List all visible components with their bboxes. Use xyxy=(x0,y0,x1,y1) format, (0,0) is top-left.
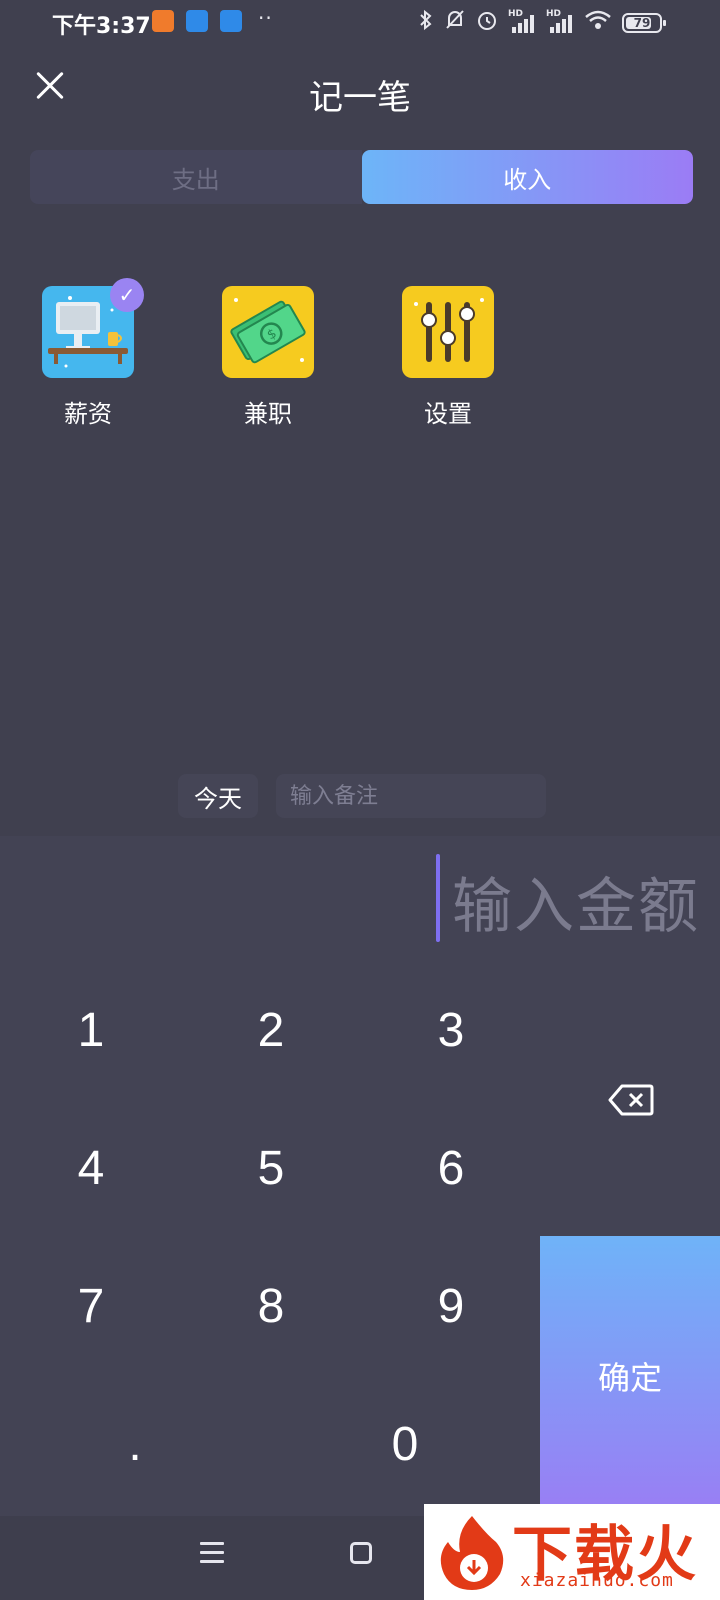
money-bills-icon: $ xyxy=(222,286,314,378)
key-7[interactable]: 7 xyxy=(16,1256,166,1356)
home-icon[interactable] xyxy=(350,1542,372,1564)
category-label: 薪资 xyxy=(64,400,112,428)
category-label: 设置 xyxy=(424,400,472,428)
category-parttime[interactable]: $ 兼职 xyxy=(222,286,314,429)
watermark-url: xiazaihuo.com xyxy=(520,1570,674,1591)
signal-icon: HD xyxy=(508,9,536,35)
status-bar: 下午3:37 ·· HD HD 79 xyxy=(0,0,720,44)
battery-text: 79 xyxy=(633,16,651,30)
sliders-icon xyxy=(402,286,494,378)
key-0[interactable]: 0 xyxy=(330,1394,480,1494)
key-1[interactable]: 1 xyxy=(16,980,166,1080)
bell-muted-icon xyxy=(444,8,466,38)
wifi-icon xyxy=(584,9,612,37)
key-6[interactable]: 6 xyxy=(376,1118,526,1218)
key-8[interactable]: 8 xyxy=(196,1256,346,1356)
key-decimal[interactable]: . xyxy=(60,1394,210,1494)
key-9[interactable]: 9 xyxy=(376,1256,526,1356)
tab-income[interactable]: 收入 xyxy=(361,150,693,204)
status-time: 下午3:37 xyxy=(52,14,151,39)
battery-icon: 79 xyxy=(622,13,666,33)
text-cursor xyxy=(436,854,440,942)
backspace-icon[interactable] xyxy=(594,1070,668,1130)
signal-icon: HD xyxy=(546,9,574,35)
key-4[interactable]: 4 xyxy=(16,1118,166,1218)
feishu-icon xyxy=(186,10,208,32)
tab-expense[interactable]: 支出 xyxy=(30,150,362,204)
status-icons: HD HD 79 xyxy=(418,8,666,38)
feishu-icon xyxy=(220,10,242,32)
type-tabs: 支出 收入 xyxy=(30,150,693,204)
confirm-button[interactable]: 确定 xyxy=(540,1236,720,1516)
selected-check-icon: ✓ xyxy=(110,278,144,312)
category-label: 兼职 xyxy=(244,400,292,428)
key-5[interactable]: 5 xyxy=(196,1118,346,1218)
uc-browser-icon xyxy=(152,10,174,32)
category-settings[interactable]: 设置 xyxy=(402,286,494,429)
amount-input[interactable]: 输入金额 xyxy=(452,858,700,945)
flame-logo-icon xyxy=(434,1512,510,1592)
key-2[interactable]: 2 xyxy=(196,980,346,1080)
note-input[interactable] xyxy=(276,774,546,818)
watermark: 下载火 xiazaihuo.com xyxy=(424,1504,720,1600)
menu-icon[interactable] xyxy=(200,1542,224,1564)
bluetooth-icon xyxy=(418,8,434,38)
date-picker-button[interactable]: 今天 xyxy=(178,774,258,818)
alarm-icon xyxy=(476,8,498,38)
status-more-dots: ·· xyxy=(258,6,273,30)
key-3[interactable]: 3 xyxy=(376,980,526,1080)
page-title: 记一笔 xyxy=(309,78,411,118)
